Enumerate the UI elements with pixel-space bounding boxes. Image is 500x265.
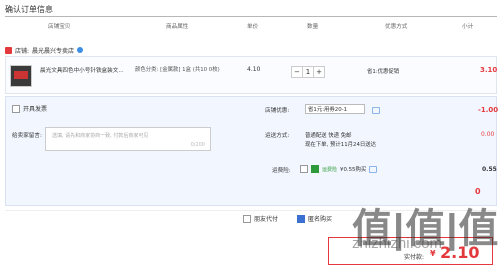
memo-label: 给卖家留言: xyxy=(12,133,42,139)
coupon-amount: -1.00 xyxy=(478,106,499,114)
col-header-attr: 商品属性 xyxy=(166,24,189,30)
insurance-price: ¥0.55购买 xyxy=(340,167,367,173)
insurance-badge-icon xyxy=(311,165,319,173)
col-header-qty: 数量 xyxy=(307,24,319,30)
order-item-row xyxy=(5,56,497,94)
friend-pay-option[interactable]: 朋友代付 xyxy=(243,214,278,223)
qty-input[interactable]: 1 xyxy=(303,67,314,77)
friend-pay-label: 朋友代付 xyxy=(254,216,279,223)
shop-icon xyxy=(5,46,12,54)
quantity-stepper: − 1 + xyxy=(291,66,325,78)
header-divider xyxy=(5,16,497,17)
promo-label: 省1:优惠促销 xyxy=(367,69,400,75)
shipping-amount: 0.00 xyxy=(481,131,495,138)
item-subtotal: 3.10 xyxy=(480,66,498,74)
insurance-label: 运费险: xyxy=(272,168,291,174)
shipping-label: 运送方式: xyxy=(265,133,290,139)
product-attrs: 颜色分类: [金属款] 1盒 (共10 0枚) xyxy=(135,67,220,73)
invoice-label: 开具发票 xyxy=(23,106,48,113)
memo-counter: 0/200 xyxy=(190,142,205,148)
insurance-tag: 运费险 xyxy=(322,166,338,173)
shop-name[interactable]: 晨光晨兴专卖店 xyxy=(32,46,74,55)
friend-pay-checkbox[interactable] xyxy=(243,214,251,223)
chat-icon[interactable] xyxy=(77,47,84,53)
col-header-promo: 优惠方式 xyxy=(385,24,408,30)
qty-minus-button[interactable]: − xyxy=(292,67,303,77)
page-title: 确认订单信息 xyxy=(5,5,53,14)
order-detail-panel xyxy=(5,96,497,206)
shipping-method[interactable]: 普通配送 快递 免邮 xyxy=(305,131,352,139)
memo-placeholder: 选填, 请先和商家协商一致, 付款后商家可见 xyxy=(52,133,149,139)
coupon-select[interactable]: 省1元:用券20-1 xyxy=(305,104,365,114)
anonymous-option[interactable]: 匿名购买 xyxy=(297,214,332,223)
anonymous-label: 匿名购买 xyxy=(308,216,333,223)
info-icon[interactable] xyxy=(369,165,378,173)
memo-textarea[interactable]: 选填, 请先和商家协商一致, 付款后商家可见 0/200 xyxy=(45,127,211,151)
coupon-label: 店铺优惠: xyxy=(265,108,290,114)
col-header-subtotal: 小计 xyxy=(462,24,474,30)
product-thumbnail[interactable] xyxy=(10,65,32,87)
product-name[interactable]: 晨光文具四色中小号针铁盒装文... xyxy=(40,66,130,74)
unit-price: 4.10 xyxy=(247,66,261,73)
insurance-option[interactable]: 运费险 ¥0.55购买 xyxy=(300,165,378,173)
qty-plus-button[interactable]: + xyxy=(314,67,324,77)
store-total-amount: 0 xyxy=(475,187,481,196)
shop-label: 店铺: xyxy=(15,47,30,55)
comment-icon[interactable] xyxy=(372,107,380,114)
insurance-amount: 0.55 xyxy=(482,166,497,173)
invoice-option[interactable]: 开具发票 xyxy=(12,104,47,113)
invoice-checkbox[interactable] xyxy=(12,104,20,113)
insurance-checkbox[interactable] xyxy=(300,165,308,173)
col-header-item: 店铺宝贝 xyxy=(48,24,71,30)
shop-row: 店铺: 晨光晨兴专卖店 xyxy=(5,45,84,55)
watermark-url: zhizhizhi.com xyxy=(352,235,443,252)
col-header-price: 单价 xyxy=(247,24,259,30)
anonymous-checkbox[interactable] xyxy=(297,214,305,223)
shipping-eta: 现在下单, 预计11月24日送达 xyxy=(305,142,377,148)
